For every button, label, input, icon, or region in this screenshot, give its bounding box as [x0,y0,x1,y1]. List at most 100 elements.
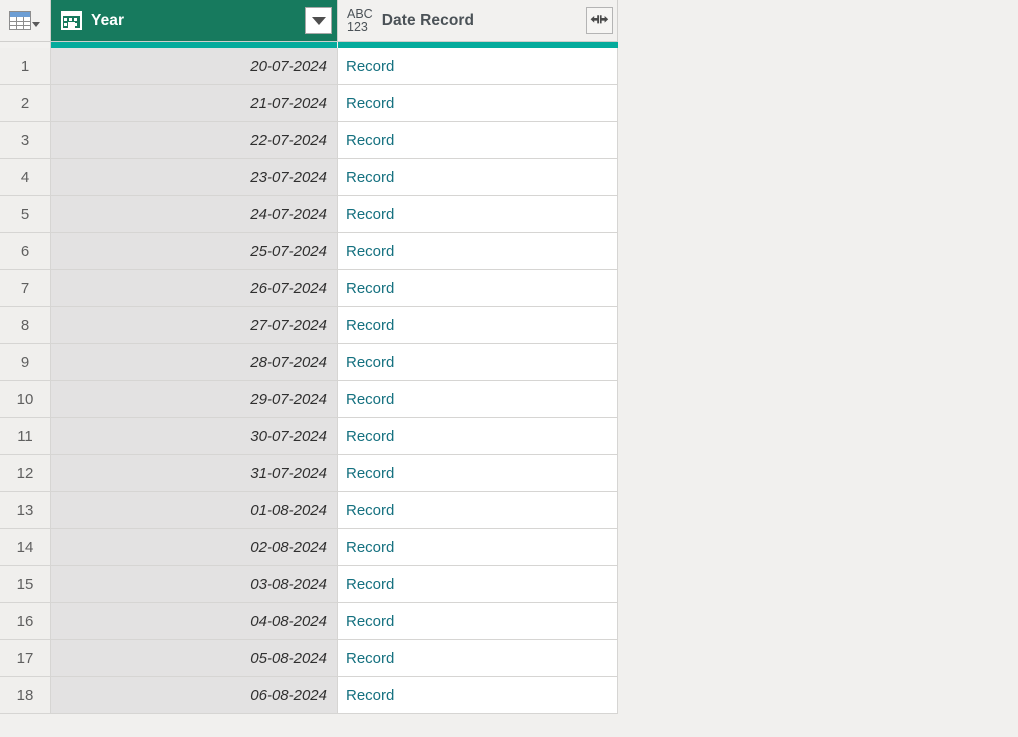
cell-date-record[interactable]: Record [338,492,618,529]
cell-year[interactable]: 21-07-2024 [51,85,338,122]
record-link[interactable]: Record [346,317,394,334]
filter-dropdown-icon[interactable] [305,7,332,34]
cell-date-record[interactable]: Record [338,344,618,381]
table-row[interactable]: 6 25-07-2024 Record [0,233,618,270]
row-number[interactable]: 15 [0,566,51,603]
record-link[interactable]: Record [346,613,394,630]
table-row[interactable]: 14 02-08-2024 Record [0,529,618,566]
record-link[interactable]: Record [346,465,394,482]
row-number[interactable]: 1 [0,48,51,85]
record-link[interactable]: Record [346,169,394,186]
cell-date-record[interactable]: Record [338,233,618,270]
cell-date-record[interactable]: Record [338,677,618,714]
row-number[interactable]: 3 [0,122,51,159]
row-number[interactable]: 5 [0,196,51,233]
table-row[interactable]: 16 04-08-2024 Record [0,603,618,640]
record-link[interactable]: Record [346,58,394,75]
record-link[interactable]: Record [346,243,394,260]
cell-year[interactable]: 06-08-2024 [51,677,338,714]
row-number[interactable]: 8 [0,307,51,344]
table-row[interactable]: 15 03-08-2024 Record [0,566,618,603]
cell-year[interactable]: 23-07-2024 [51,159,338,196]
any-type-icon[interactable]: ABC 123 [347,7,373,34]
cell-year[interactable]: 20-07-2024 [51,48,338,85]
cell-date-record[interactable]: Record [338,159,618,196]
record-link[interactable]: Record [346,539,394,556]
row-number[interactable]: 18 [0,677,51,714]
cell-date-record[interactable]: Record [338,640,618,677]
cell-year[interactable]: 25-07-2024 [51,233,338,270]
data-rows: 1 20-07-2024 Record 2 21-07-2024 Record 3 22-07… [0,48,618,714]
cell-date-record[interactable]: Record [338,85,618,122]
column-header-year[interactable]: Year [51,0,338,42]
record-link[interactable]: Record [346,650,394,667]
record-link[interactable]: Record [346,206,394,223]
cell-year[interactable]: 01-08-2024 [51,492,338,529]
chevron-down-icon[interactable] [31,22,40,27]
cell-year[interactable]: 22-07-2024 [51,122,338,159]
cell-date-record[interactable]: Record [338,270,618,307]
table-row[interactable]: 11 30-07-2024 Record [0,418,618,455]
cell-year[interactable]: 30-07-2024 [51,418,338,455]
row-number[interactable]: 14 [0,529,51,566]
cell-year[interactable]: 27-07-2024 [51,307,338,344]
row-number[interactable]: 16 [0,603,51,640]
record-link[interactable]: Record [346,502,394,519]
row-number[interactable]: 6 [0,233,51,270]
record-link[interactable]: Record [346,280,394,297]
record-link[interactable]: Record [346,576,394,593]
cell-year[interactable]: 31-07-2024 [51,455,338,492]
cell-date-record[interactable]: Record [338,122,618,159]
cell-date-record[interactable]: Record [338,529,618,566]
cell-date-record[interactable]: Record [338,566,618,603]
row-number[interactable]: 10 [0,381,51,418]
cell-year[interactable]: 26-07-2024 [51,270,338,307]
row-number[interactable]: 17 [0,640,51,677]
cell-date-record[interactable]: Record [338,455,618,492]
record-link[interactable]: Record [346,428,394,445]
table-row[interactable]: 8 27-07-2024 Record [0,307,618,344]
row-number[interactable]: 2 [0,85,51,122]
record-link[interactable]: Record [346,687,394,704]
record-link[interactable]: Record [346,132,394,149]
row-number[interactable]: 9 [0,344,51,381]
column-header-row: Year ABC 123 Date Record [0,0,618,42]
cell-year[interactable]: 05-08-2024 [51,640,338,677]
table-row[interactable]: 18 06-08-2024 Record [0,677,618,714]
cell-date-record[interactable]: Record [338,603,618,640]
row-number[interactable]: 12 [0,455,51,492]
table-row[interactable]: 3 22-07-2024 Record [0,122,618,159]
table-row[interactable]: 17 05-08-2024 Record [0,640,618,677]
column-header-date-record[interactable]: ABC 123 Date Record [338,0,618,42]
table-row[interactable]: 5 24-07-2024 Record [0,196,618,233]
table-row[interactable]: 4 23-07-2024 Record [0,159,618,196]
table-row[interactable]: 12 31-07-2024 Record [0,455,618,492]
date-type-icon[interactable] [61,11,82,30]
cell-year[interactable]: 02-08-2024 [51,529,338,566]
table-row[interactable]: 13 01-08-2024 Record [0,492,618,529]
cell-date-record[interactable]: Record [338,196,618,233]
cell-year[interactable]: 03-08-2024 [51,566,338,603]
cell-year[interactable]: 24-07-2024 [51,196,338,233]
cell-year[interactable]: 04-08-2024 [51,603,338,640]
table-row[interactable]: 7 26-07-2024 Record [0,270,618,307]
row-number[interactable]: 4 [0,159,51,196]
select-all-columns-button[interactable] [0,0,51,42]
table-row[interactable]: 10 29-07-2024 Record [0,381,618,418]
cell-date-record[interactable]: Record [338,418,618,455]
row-number[interactable]: 7 [0,270,51,307]
cell-date-record[interactable]: Record [338,381,618,418]
record-link[interactable]: Record [346,354,394,371]
table-row[interactable]: 1 20-07-2024 Record [0,48,618,85]
expand-columns-icon[interactable] [586,7,613,34]
record-link[interactable]: Record [346,391,394,408]
record-link[interactable]: Record [346,95,394,112]
cell-year[interactable]: 28-07-2024 [51,344,338,381]
cell-date-record[interactable]: Record [338,307,618,344]
cell-date-record[interactable]: Record [338,48,618,85]
table-row[interactable]: 9 28-07-2024 Record [0,344,618,381]
cell-year[interactable]: 29-07-2024 [51,381,338,418]
row-number[interactable]: 13 [0,492,51,529]
table-row[interactable]: 2 21-07-2024 Record [0,85,618,122]
row-number[interactable]: 11 [0,418,51,455]
